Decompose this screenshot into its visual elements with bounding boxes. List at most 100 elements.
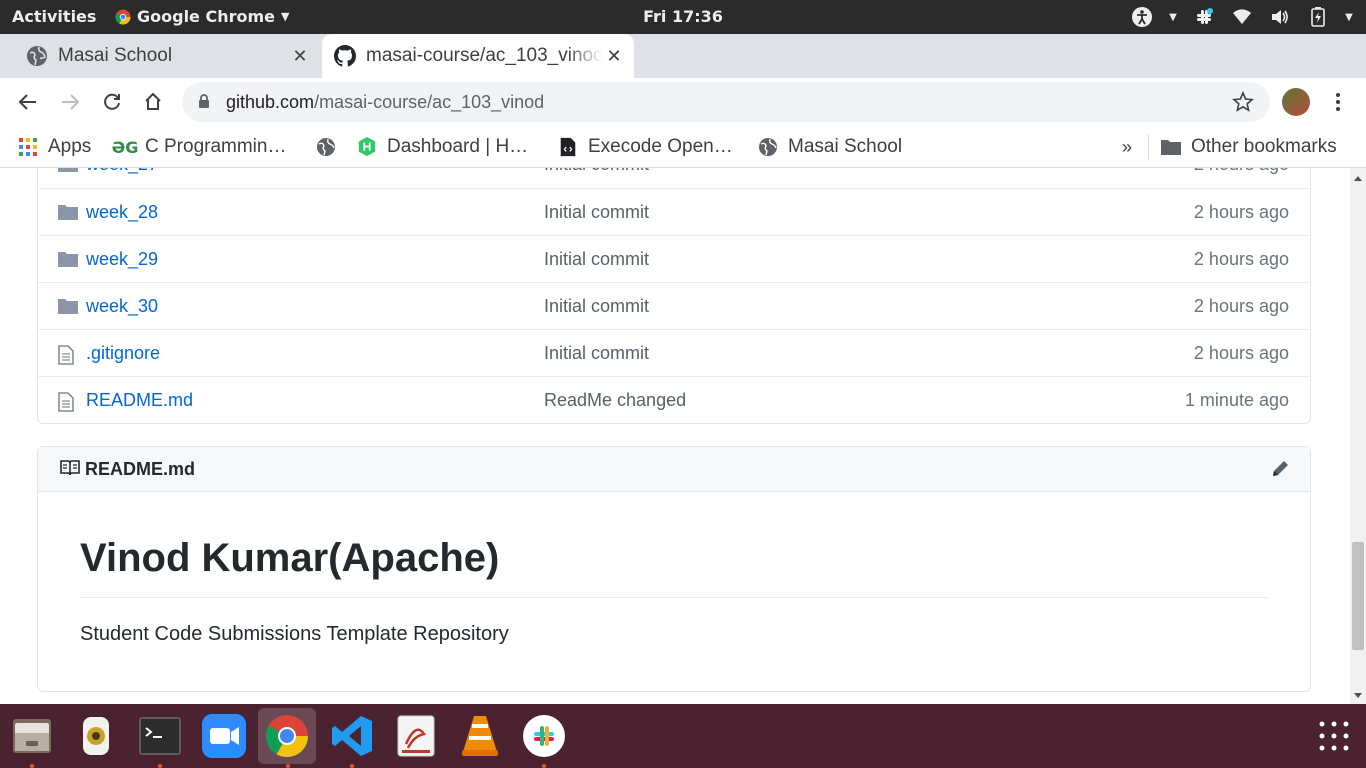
divider (80, 597, 1268, 598)
chevron-down-icon: ▼ (281, 10, 290, 23)
dock (0, 704, 1366, 768)
file-name-link[interactable]: week_28 (86, 202, 158, 223)
forward-button[interactable] (56, 88, 84, 116)
lock-icon[interactable] (198, 94, 210, 109)
files-icon[interactable] (8, 712, 56, 760)
home-button[interactable] (139, 88, 167, 116)
zoom-icon[interactable] (200, 712, 248, 760)
commit-message-link[interactable]: Initial commit (544, 296, 649, 317)
globe-icon (27, 46, 47, 66)
readme-panel: README.md Vinod Kumar(Apache) Student Co… (37, 446, 1311, 692)
bookmark-label: C Programmin… (145, 136, 287, 157)
running-indicator (158, 764, 162, 768)
page-content: week_27 Initial commit 2 hours ago week_28 I… (0, 168, 1350, 704)
address-bar[interactable]: github.com/masai-course/ac_103_vinod (182, 82, 1270, 122)
globe-icon (759, 138, 777, 156)
table-row: week_27 Initial commit 2 hours ago (38, 168, 1310, 188)
table-row: week_30 Initial commit 2 hours ago (38, 282, 1310, 329)
hackerrank-icon (358, 137, 376, 157)
table-row: README.md ReadMe changed 1 minute ago (38, 376, 1310, 423)
readme-text: Student Code Submissions Template Reposi… (80, 623, 509, 645)
bookmark-apps[interactable]: Apps (18, 132, 91, 162)
reload-icon (104, 93, 120, 110)
avatar[interactable] (1282, 88, 1310, 116)
running-indicator (30, 764, 34, 768)
bookmarks-overflow-button[interactable]: » (1122, 132, 1132, 162)
tab-strip: Masai School ✕ masai-course/ac_103_vinod… (0, 34, 1366, 103)
vlc-icon[interactable] (456, 712, 504, 760)
other-bookmarks[interactable]: Other bookmarks (1161, 132, 1337, 162)
slack-icon[interactable] (520, 712, 568, 760)
pencil-icon[interactable] (1270, 459, 1290, 479)
vscode-icon[interactable] (328, 712, 376, 760)
folder-icon (58, 204, 78, 222)
bookmark-execode[interactable]: Execode Open… (558, 132, 733, 162)
commit-age: 2 hours ago (1193, 249, 1289, 269)
bookmark-c-programming[interactable]: ƏG C Programmin… (112, 132, 287, 162)
commit-message-link[interactable]: Initial commit (544, 249, 649, 270)
home-icon (145, 92, 161, 110)
wifi-icon[interactable] (1230, 5, 1254, 29)
apps-grid-icon (18, 137, 38, 157)
slack-tray-icon[interactable] (1192, 5, 1216, 29)
back-button[interactable] (14, 88, 42, 116)
tab-masai-school[interactable]: Masai School ✕ (14, 34, 320, 78)
readme-heading: Vinod Kumar(Apache) (80, 536, 500, 580)
app-menu[interactable]: Google Chrome ▼ (115, 7, 289, 26)
commit-age: 2 hours ago (1194, 168, 1289, 175)
activities-button[interactable]: Activities (12, 7, 96, 26)
bookmark-label: Other bookmarks (1191, 136, 1337, 157)
star-icon[interactable] (1232, 91, 1254, 113)
readme-header: README.md (38, 447, 1310, 492)
tab-github-repo[interactable]: masai-course/ac_103_vinod ✕ (322, 34, 634, 78)
file-name-link[interactable]: week_27 (86, 168, 158, 175)
scrollbar-thumb[interactable] (1352, 542, 1364, 650)
url-text[interactable]: github.com/masai-course/ac_103_vinod (226, 92, 544, 113)
arrow-left-icon (18, 94, 36, 110)
bookmarks-bar: Apps ƏG C Programmin… Dashboard | H… Exe… (0, 126, 1366, 168)
show-applications-icon[interactable] (1318, 720, 1350, 752)
terminal-icon[interactable] (136, 712, 184, 760)
app-menu-label: Google Chrome (137, 7, 276, 26)
clock[interactable]: Fri 17:36 (643, 7, 723, 26)
table-row: .gitignore Initial commit 2 hours ago (38, 329, 1310, 376)
page-scrollbar[interactable] (1350, 168, 1366, 704)
reload-button[interactable] (98, 88, 126, 116)
commit-message-link[interactable]: Initial commit (544, 168, 649, 175)
close-icon[interactable]: ✕ (288, 44, 312, 68)
more-vert-icon[interactable] (1328, 90, 1348, 114)
volume-icon[interactable] (1268, 5, 1292, 29)
scroll-down-icon[interactable] (1354, 693, 1362, 698)
commit-message-link[interactable]: Initial commit (544, 202, 649, 223)
globe-icon (317, 138, 335, 156)
file-name-link[interactable]: week_30 (86, 296, 158, 317)
accessibility-icon[interactable] (1130, 5, 1154, 29)
commit-age: 2 hours ago (1193, 343, 1289, 363)
system-tray[interactable]: ▼ ▼ (1130, 5, 1354, 29)
running-indicator (542, 764, 546, 768)
file-list: week_27 Initial commit 2 hours ago week_28 I… (37, 168, 1311, 424)
bookmark-globe[interactable] (316, 132, 336, 162)
file-name-link[interactable]: README.md (86, 390, 193, 411)
chevron-down-icon: ▼ (1345, 11, 1353, 23)
github-icon (334, 45, 356, 67)
scroll-up-icon[interactable] (1354, 176, 1362, 181)
rhythmbox-icon[interactable] (72, 712, 120, 760)
folder-icon (58, 168, 78, 174)
battery-icon[interactable] (1306, 5, 1330, 29)
commit-message-link[interactable]: ReadMe changed (544, 390, 686, 411)
tab-title: masai-course/ac_103_vinod (366, 45, 602, 66)
file-icon (58, 345, 78, 365)
file-name-link[interactable]: week_29 (86, 249, 158, 270)
commit-message-link[interactable]: Initial commit (544, 343, 649, 364)
bookmark-dashboard[interactable]: Dashboard | H… (357, 132, 528, 162)
file-name-link[interactable]: .gitignore (86, 343, 160, 364)
tab-title: Masai School (58, 45, 173, 66)
close-icon[interactable]: ✕ (602, 44, 626, 68)
bookmark-masai-school[interactable]: Masai School (758, 132, 902, 162)
file-icon (58, 392, 78, 412)
readme-title: README.md (85, 459, 196, 479)
folder-icon (58, 251, 78, 269)
document-viewer-icon[interactable] (392, 712, 440, 760)
chrome-icon[interactable] (258, 708, 316, 764)
